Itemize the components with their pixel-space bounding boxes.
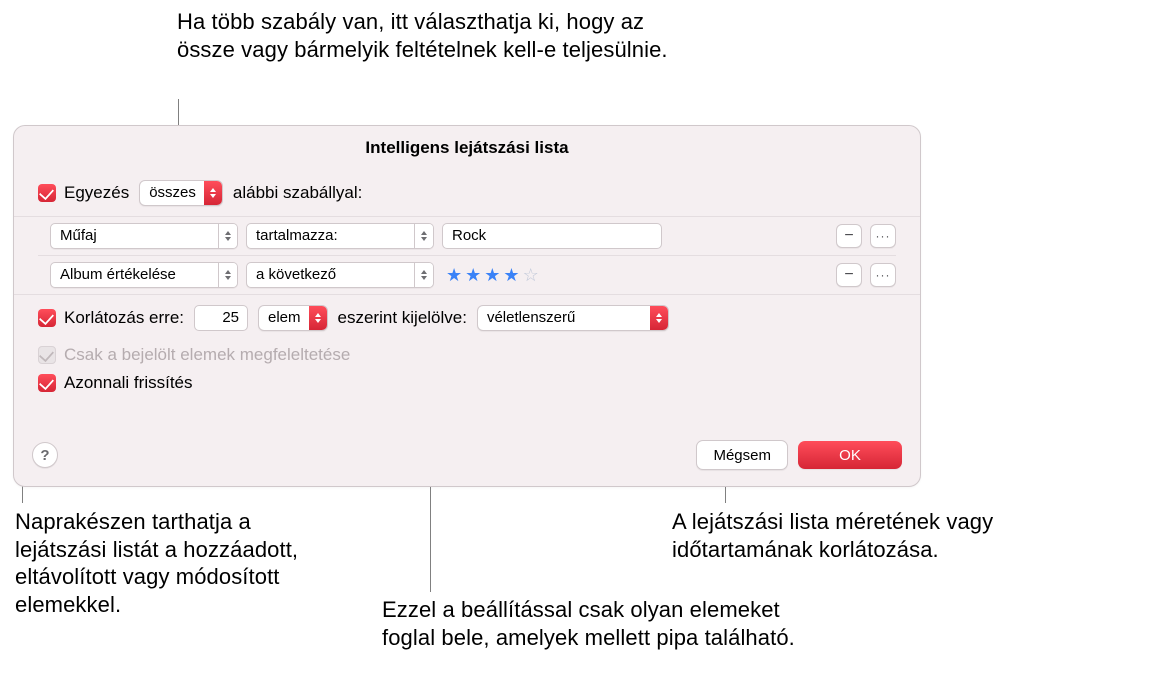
rules-list: Műfaj tartalmazza: Rock − ··· xyxy=(14,216,920,295)
updown-icon xyxy=(309,306,327,330)
limit-unit-value: elem xyxy=(259,306,309,330)
limit-checkbox-label: Korlátozás erre: xyxy=(64,308,184,328)
rule-attribute-value: Album értékelése xyxy=(51,263,218,287)
star-icon: ★ xyxy=(503,265,519,286)
rule-value-input[interactable]: Rock xyxy=(442,223,662,249)
rule-row: Műfaj tartalmazza: Rock − ··· xyxy=(38,217,896,255)
rule-attribute-value: Műfaj xyxy=(51,224,218,248)
leader-line xyxy=(178,99,179,100)
limit-by-value: véletlenszerű xyxy=(478,306,650,330)
checkbox-icon xyxy=(38,184,56,202)
limit-by-label: eszerint kijelölve: xyxy=(338,308,467,328)
remove-rule-button[interactable]: − xyxy=(836,224,862,248)
limit-unit-select[interactable]: elem xyxy=(258,305,328,331)
rule-more-button[interactable]: ··· xyxy=(870,263,896,287)
only-checked-label: Csak a bejelölt elemek megfeleltetése xyxy=(64,345,350,365)
updown-icon xyxy=(218,263,237,287)
match-row: Egyezés összes alábbi szabállyal: xyxy=(38,176,896,216)
limit-by-select[interactable]: véletlenszerű xyxy=(477,305,669,331)
limit-row: Korlátozás erre: 25 elem eszerint kijelö… xyxy=(38,295,896,335)
cancel-button[interactable]: Mégsem xyxy=(696,440,788,470)
updown-icon xyxy=(414,263,433,287)
updown-icon xyxy=(650,306,668,330)
annotation-limit: A lejátszási lista méretének vagy időtar… xyxy=(672,508,1112,563)
annotation-live-update: Naprakészen tarthatja a lejátszási listá… xyxy=(15,508,345,618)
live-update-checkbox[interactable]: Azonnali frissítés xyxy=(38,373,193,393)
match-checkbox-label: Egyezés xyxy=(64,183,129,203)
rule-value-text: Rock xyxy=(452,224,486,248)
checkbox-icon xyxy=(38,346,56,364)
rule-operator-select[interactable]: tartalmazza: xyxy=(246,223,434,249)
remove-rule-button[interactable]: − xyxy=(836,263,862,287)
updown-icon xyxy=(204,181,222,205)
only-checked-checkbox: Csak a bejelölt elemek megfeleltetése xyxy=(38,345,350,365)
star-icon: ★ xyxy=(484,265,500,286)
limit-count-input[interactable]: 25 xyxy=(194,305,248,331)
checkbox-icon xyxy=(38,309,56,327)
rule-attribute-select[interactable]: Album értékelése xyxy=(50,262,238,288)
annotation-match-mode: Ha több szabály van, itt választhatja ki… xyxy=(177,8,687,63)
match-mode-value: összes xyxy=(140,181,204,205)
rule-row: Album értékelése a következő ★ ★ ★ ★ ☆ xyxy=(38,255,896,294)
match-checkbox[interactable]: Egyezés xyxy=(38,183,129,203)
ok-button[interactable]: OK xyxy=(798,441,902,469)
limit-count-value: 25 xyxy=(222,306,239,330)
rule-operator-value: tartalmazza: xyxy=(247,224,414,248)
rule-attribute-select[interactable]: Műfaj xyxy=(50,223,238,249)
panel-footer: ? Mégsem OK xyxy=(14,428,920,486)
rule-more-button[interactable]: ··· xyxy=(870,224,896,248)
only-checked-row: Csak a bejelölt elemek megfeleltetése xyxy=(38,335,896,369)
star-icon: ★ xyxy=(465,265,481,286)
updown-icon xyxy=(218,224,237,248)
live-update-row: Azonnali frissítés xyxy=(38,369,896,397)
match-mode-select[interactable]: összes xyxy=(139,180,223,206)
star-icon: ★ xyxy=(446,265,462,286)
limit-checkbox[interactable]: Korlátozás erre: xyxy=(38,308,184,328)
rule-operator-value: a következő xyxy=(247,263,414,287)
live-update-label: Azonnali frissítés xyxy=(64,373,193,393)
updown-icon xyxy=(414,224,433,248)
star-icon: ☆ xyxy=(523,265,539,286)
smart-playlist-panel: Intelligens lejátszási lista Egyezés öss… xyxy=(13,125,921,487)
annotation-only-checked: Ezzel a beállítással csak olyan elemeket… xyxy=(382,596,802,651)
panel-title: Intelligens lejátszási lista xyxy=(14,126,920,168)
checkbox-icon xyxy=(38,374,56,392)
rule-value-stars[interactable]: ★ ★ ★ ★ ☆ xyxy=(442,263,539,287)
rule-operator-select[interactable]: a következő xyxy=(246,262,434,288)
match-suffix: alábbi szabállyal: xyxy=(233,183,362,203)
help-button[interactable]: ? xyxy=(32,442,58,468)
